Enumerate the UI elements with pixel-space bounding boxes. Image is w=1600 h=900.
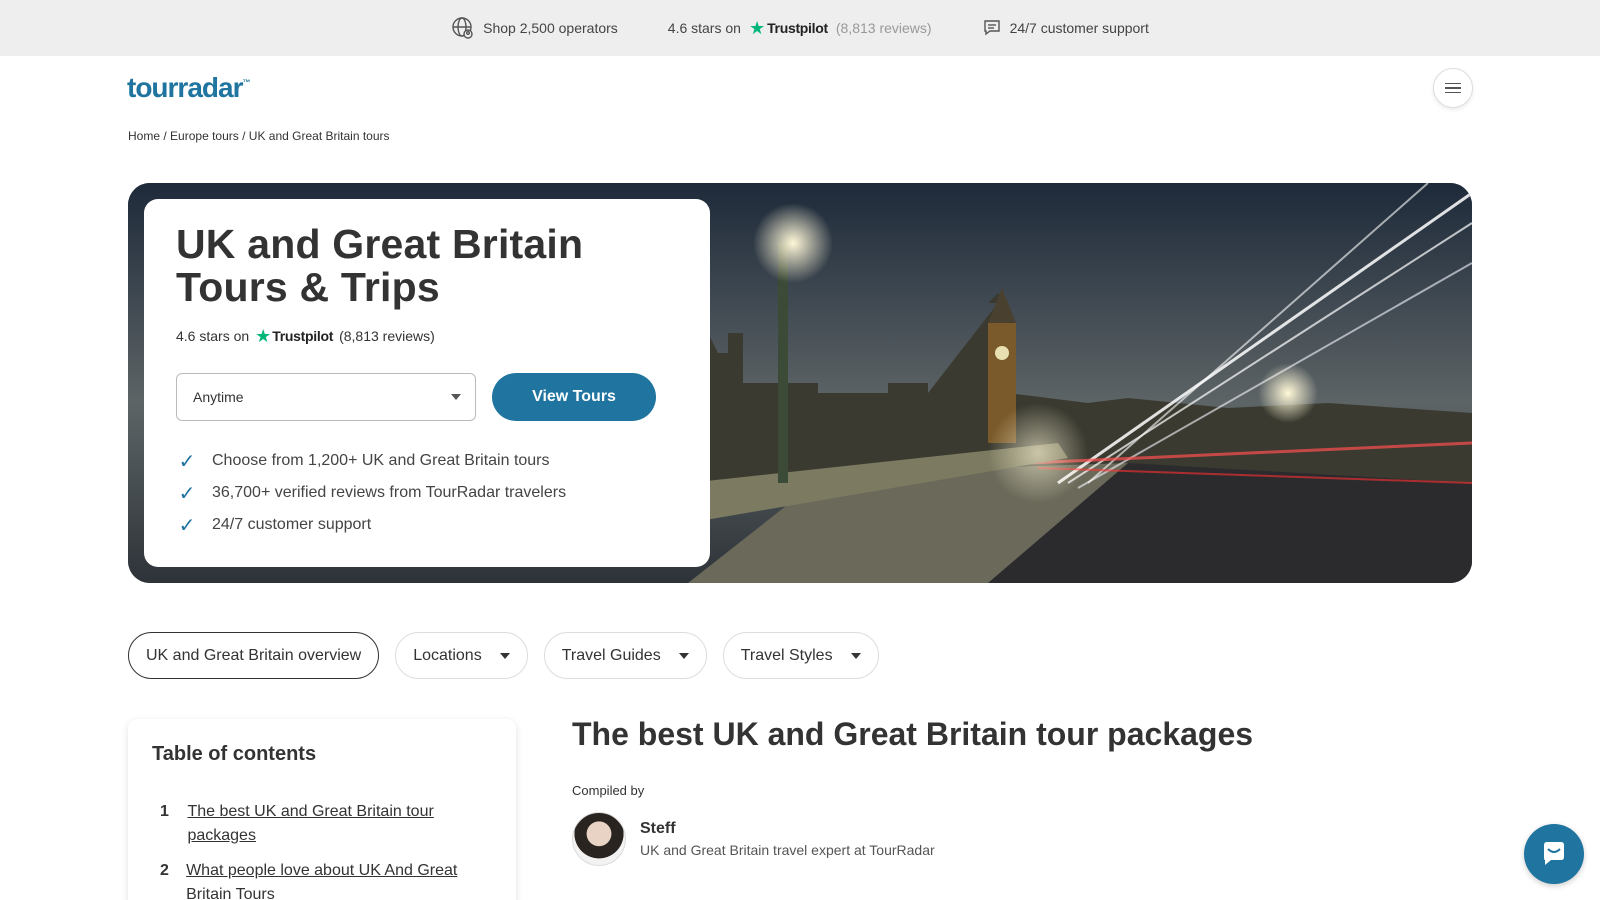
menu-icon-line bbox=[1445, 87, 1461, 89]
view-tours-button[interactable]: View Tours bbox=[492, 373, 656, 421]
topbar-reviews-count: (8,813 reviews) bbox=[835, 20, 932, 36]
chip-travel-guides[interactable]: Travel Guides bbox=[543, 632, 707, 679]
chat-bubble-icon bbox=[983, 20, 1000, 36]
trustpilot-logo: Trustpilot bbox=[767, 20, 828, 36]
chip-travel-styles[interactable]: Travel Styles bbox=[722, 632, 879, 679]
check-icon: ✓ bbox=[178, 482, 196, 505]
hero-rating[interactable]: 4.6 stars on ★ Trustpilot (8,813 reviews… bbox=[176, 327, 678, 345]
topbar-rating-prefix: 4.6 stars on bbox=[667, 20, 741, 36]
hero-controls: Anytime View Tours bbox=[176, 373, 678, 421]
caret-down-icon bbox=[451, 394, 461, 400]
breadcrumb-europe[interactable]: Europe tours bbox=[170, 129, 239, 143]
tourradar-logo[interactable]: tourradar™ bbox=[127, 72, 250, 104]
hero-banner: UK and Great Britain Tours & Trips 4.6 st… bbox=[128, 183, 1472, 583]
section-nav-chips: UK and Great Britain overview Locations … bbox=[128, 632, 879, 679]
check-icon: ✓ bbox=[178, 514, 196, 537]
menu-icon-line bbox=[1445, 82, 1461, 85]
trustpilot-star-icon: ★ bbox=[255, 326, 272, 346]
top-info-bar: Shop 2,500 operators 4.6 stars on ★ Trus… bbox=[0, 0, 1600, 56]
breadcrumb-home[interactable]: Home bbox=[128, 129, 160, 143]
toc-item: 1 The best UK and Great Britain tour pac… bbox=[152, 800, 492, 848]
hero-rating-prefix: 4.6 stars on bbox=[176, 328, 250, 344]
compiled-by-label: Compiled by bbox=[572, 783, 645, 798]
date-select-value: Anytime bbox=[193, 389, 244, 405]
menu-icon-line bbox=[1445, 91, 1461, 94]
table-of-contents: Table of contents 1 The best UK and Grea… bbox=[128, 719, 516, 900]
caret-down-icon bbox=[850, 652, 861, 659]
chip-overview[interactable]: UK and Great Britain overview bbox=[128, 632, 380, 679]
author-block: Steff UK and Great Britain travel expert… bbox=[572, 812, 935, 866]
hamburger-menu-button[interactable] bbox=[1433, 68, 1473, 108]
chip-locations[interactable]: Locations bbox=[395, 632, 528, 679]
benefit-item: ✓ Choose from 1,200+ UK and Great Britain… bbox=[176, 445, 678, 477]
breadcrumb-separator: / bbox=[242, 129, 246, 143]
support-text: 24/7 customer support bbox=[1009, 20, 1149, 36]
author-name: Steff bbox=[640, 820, 676, 837]
toc-list: 1 The best UK and Great Britain tour pac… bbox=[152, 800, 492, 900]
toc-item: 2 What people love about UK And Great Br… bbox=[152, 859, 492, 900]
author-info: Steff UK and Great Britain travel expert… bbox=[640, 820, 935, 858]
hero-benefits-list: ✓ Choose from 1,200+ UK and Great Britain… bbox=[176, 445, 678, 541]
toc-link[interactable]: What people love about UK And Great Brit… bbox=[186, 859, 492, 900]
date-select[interactable]: Anytime bbox=[176, 373, 476, 421]
site-header: tourradar™ bbox=[0, 56, 1600, 120]
benefit-item: ✓ 36,700+ verified reviews from TourRadar… bbox=[176, 477, 678, 509]
toc-title: Table of contents bbox=[152, 743, 317, 765]
author-role: UK and Great Britain travel expert at To… bbox=[640, 842, 935, 858]
breadcrumb: Home / Europe tours / UK and Great Brita… bbox=[128, 129, 390, 143]
topbar-rating[interactable]: 4.6 stars on ★ Trustpilot (8,813 reviews… bbox=[668, 19, 932, 37]
hero-search-card: UK and Great Britain Tours & Trips 4.6 st… bbox=[144, 199, 710, 567]
hero-reviews-count: (8,813 reviews) bbox=[339, 328, 435, 344]
page-title: UK and Great Britain Tours & Trips bbox=[176, 221, 584, 310]
trustpilot-logo: Trustpilot bbox=[272, 328, 334, 344]
topbar-support[interactable]: 24/7 customer support bbox=[982, 18, 1149, 38]
toc-item-number: 2 bbox=[160, 862, 169, 879]
check-icon: ✓ bbox=[178, 450, 196, 473]
breadcrumb-current: UK and Great Britain tours bbox=[248, 129, 390, 143]
caret-down-icon bbox=[678, 652, 689, 659]
toc-item-number: 1 bbox=[160, 803, 169, 820]
benefit-item: ✓ 24/7 customer support bbox=[176, 509, 678, 541]
chat-icon bbox=[1544, 842, 1564, 865]
section-title: The best UK and Great Britain tour packa… bbox=[572, 716, 1254, 752]
operators-info: Shop 2,500 operators bbox=[451, 16, 618, 40]
caret-down-icon bbox=[499, 652, 510, 659]
trustpilot-star-icon: ★ bbox=[748, 18, 766, 38]
live-chat-button[interactable] bbox=[1524, 824, 1584, 884]
operators-text: Shop 2,500 operators bbox=[483, 20, 618, 36]
toc-link[interactable]: The best UK and Great Britain tour packa… bbox=[187, 800, 492, 848]
avatar bbox=[572, 812, 626, 866]
globe-operators-icon bbox=[452, 17, 473, 39]
breadcrumb-separator: / bbox=[163, 129, 167, 143]
